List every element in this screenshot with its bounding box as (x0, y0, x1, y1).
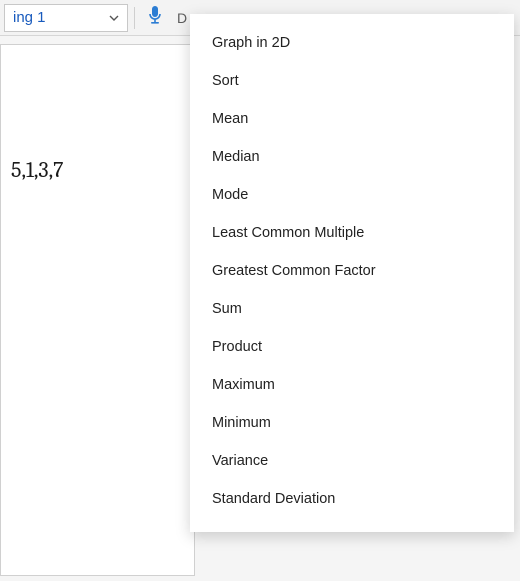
menu-item-sort[interactable]: Sort (190, 62, 514, 100)
menu-item-mode[interactable]: Mode (190, 176, 514, 214)
math-expression[interactable]: 5,1,3,7 (11, 157, 63, 183)
chevron-down-icon (107, 11, 121, 25)
menu-item-variance[interactable]: Variance (190, 442, 514, 480)
menu-item-median[interactable]: Median (190, 138, 514, 176)
style-selector[interactable]: ing 1 (4, 4, 128, 32)
menu-item-sum[interactable]: Sum (190, 290, 514, 328)
dictate-button[interactable] (141, 4, 169, 32)
microphone-icon (147, 5, 163, 30)
menu-item-product[interactable]: Product (190, 328, 514, 366)
menu-item-minimum[interactable]: Minimum (190, 404, 514, 442)
math-operations-menu: Graph in 2D Sort Mean Median Mode Least … (190, 14, 514, 532)
menu-item-stddev[interactable]: Standard Deviation (190, 480, 514, 518)
style-selector-value: ing 1 (13, 9, 46, 26)
menu-item-graph-2d[interactable]: Graph in 2D (190, 24, 514, 62)
menu-item-mean[interactable]: Mean (190, 100, 514, 138)
toolbar-truncated-label: D (177, 10, 187, 26)
document-canvas[interactable]: 5,1,3,7 (0, 44, 195, 576)
menu-item-lcm[interactable]: Least Common Multiple (190, 214, 514, 252)
menu-item-maximum[interactable]: Maximum (190, 366, 514, 404)
menu-item-gcf[interactable]: Greatest Common Factor (190, 252, 514, 290)
separator (134, 7, 135, 29)
